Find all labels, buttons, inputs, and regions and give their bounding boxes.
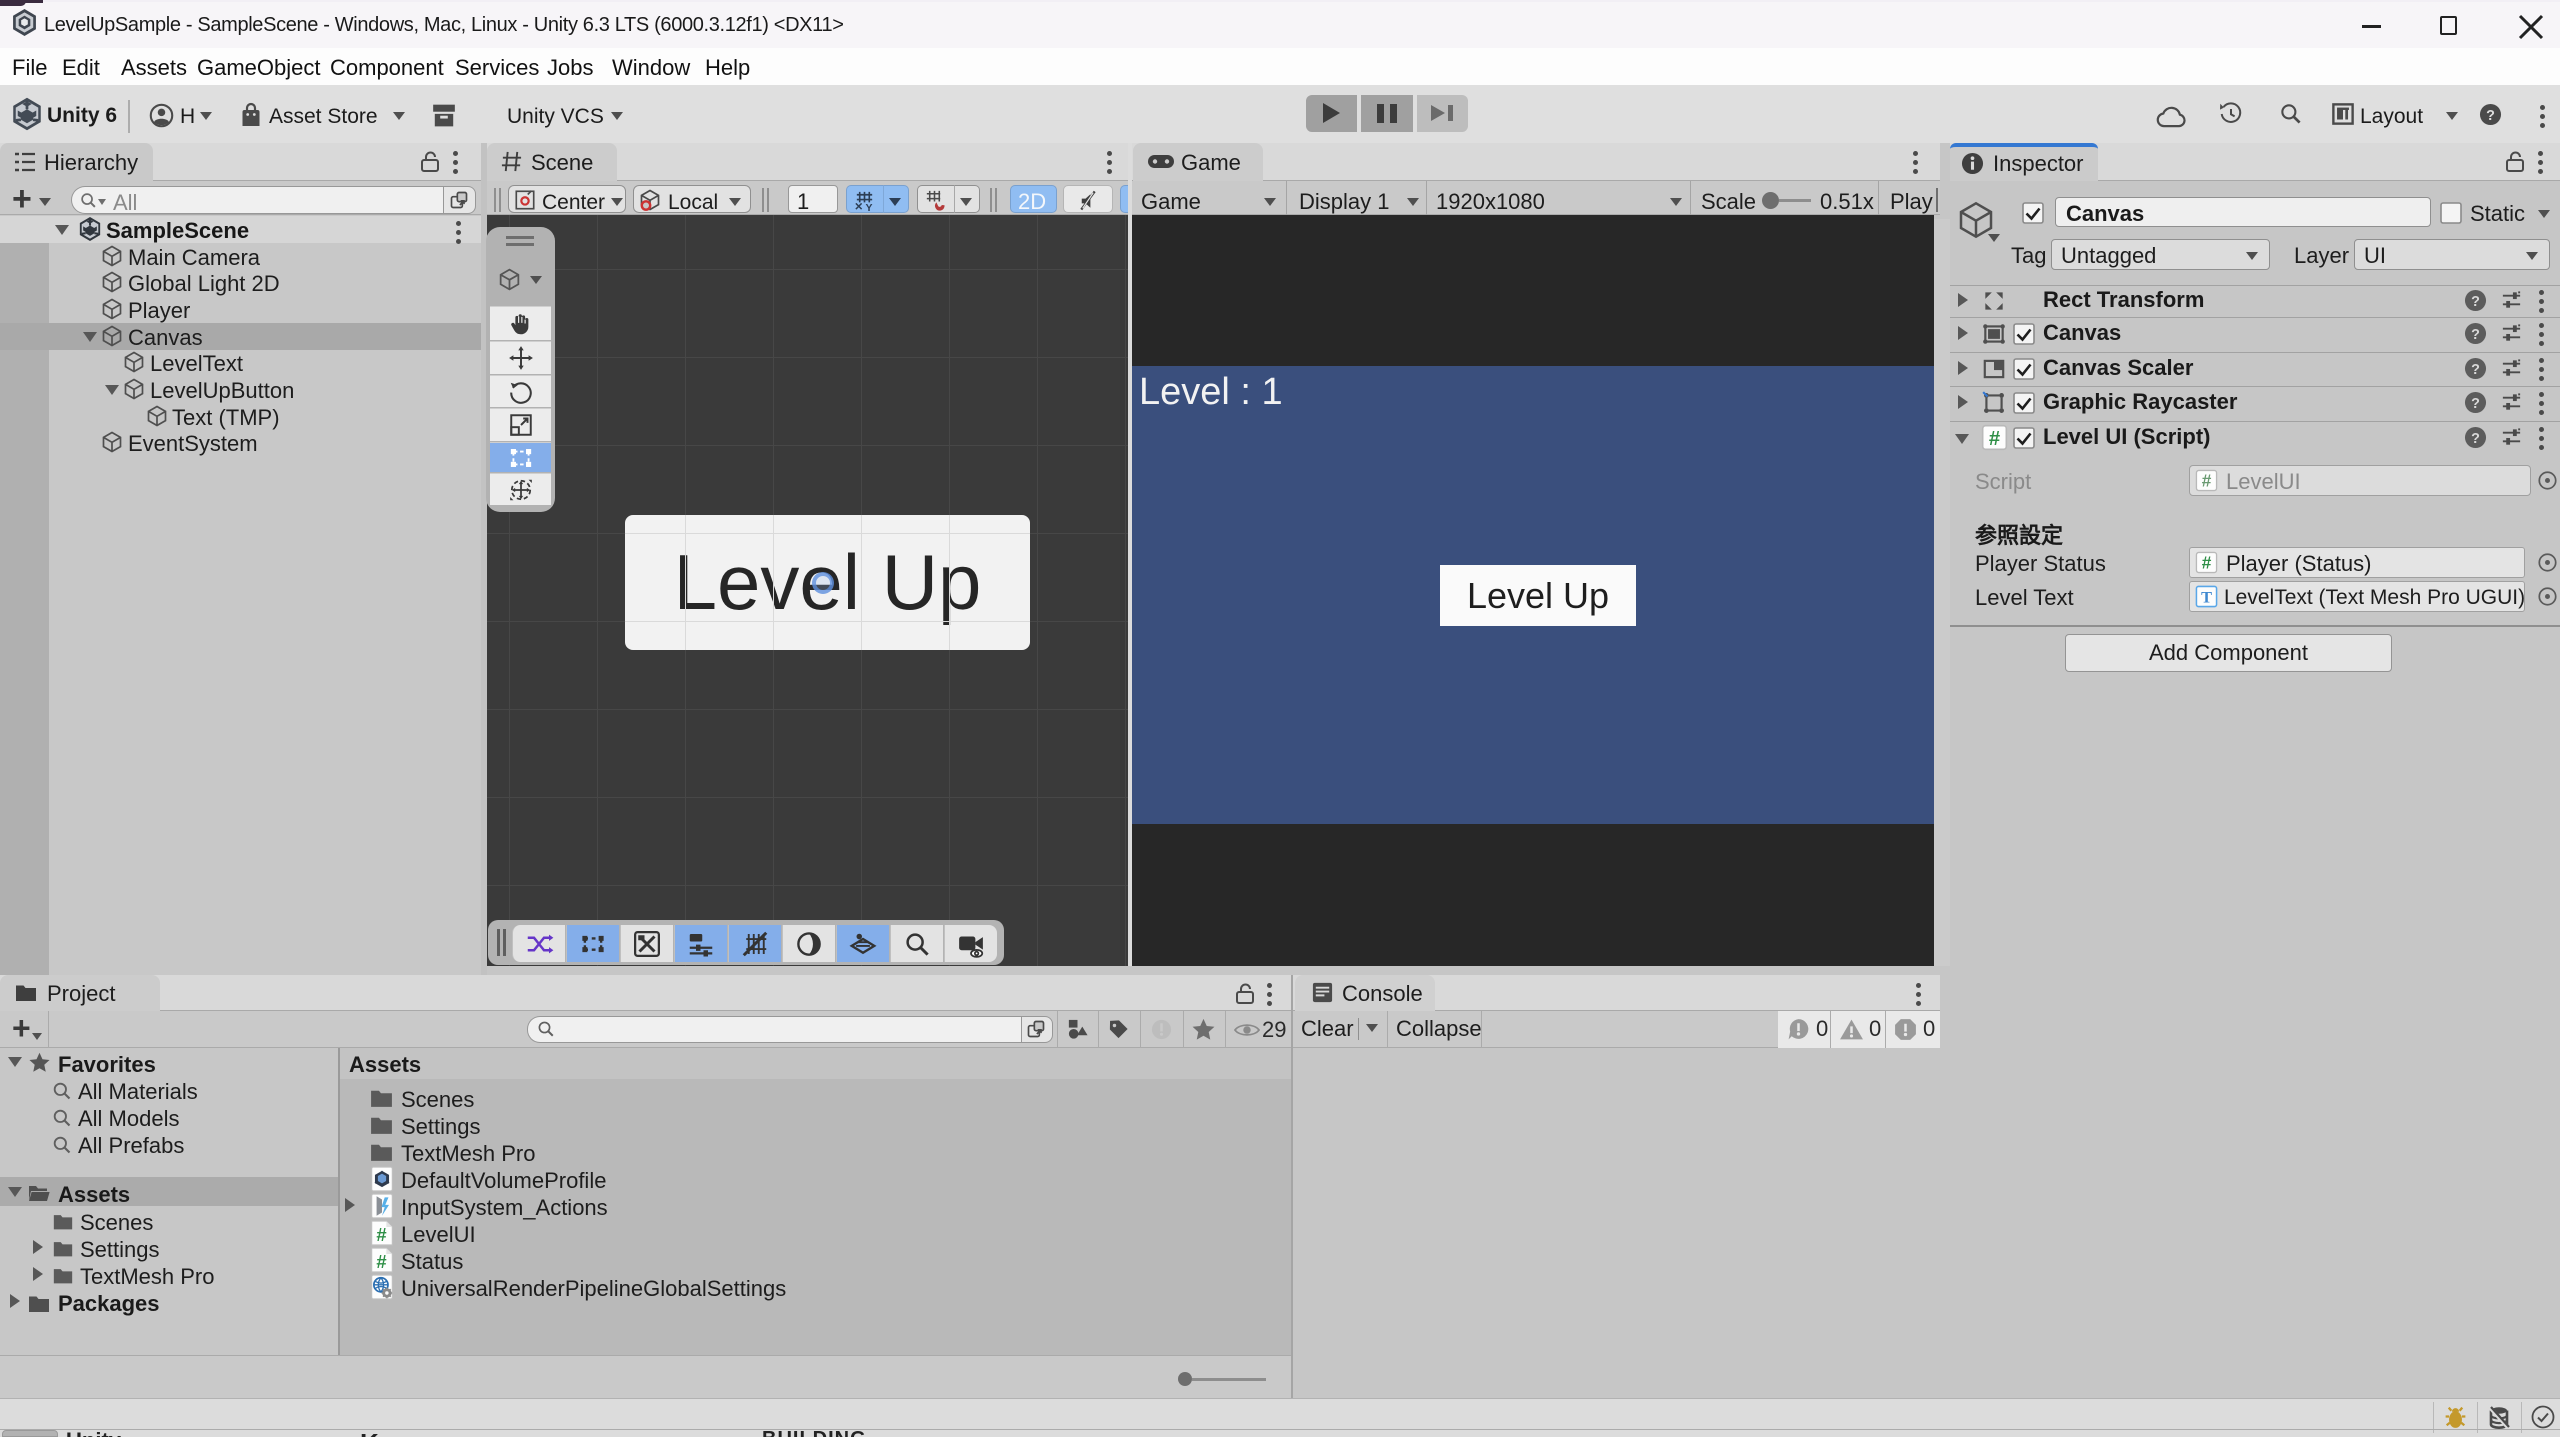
svg-text:T: T xyxy=(2201,588,2212,607)
svg-text:?: ? xyxy=(2471,431,2480,447)
svg-text:#: # xyxy=(2202,553,2212,573)
svg-text:?: ? xyxy=(2471,362,2480,378)
svg-text:#: # xyxy=(376,1224,386,1245)
svg-text:?: ? xyxy=(2471,294,2480,310)
svg-text:#: # xyxy=(2202,471,2212,491)
svg-text:#: # xyxy=(376,1251,386,1272)
svg-text:?: ? xyxy=(2486,108,2495,124)
svg-text:?: ? xyxy=(2471,327,2480,343)
svg-text:#: # xyxy=(1989,428,2000,450)
svg-text:Y: Y xyxy=(865,202,872,212)
svg-text:?: ? xyxy=(2471,396,2480,412)
